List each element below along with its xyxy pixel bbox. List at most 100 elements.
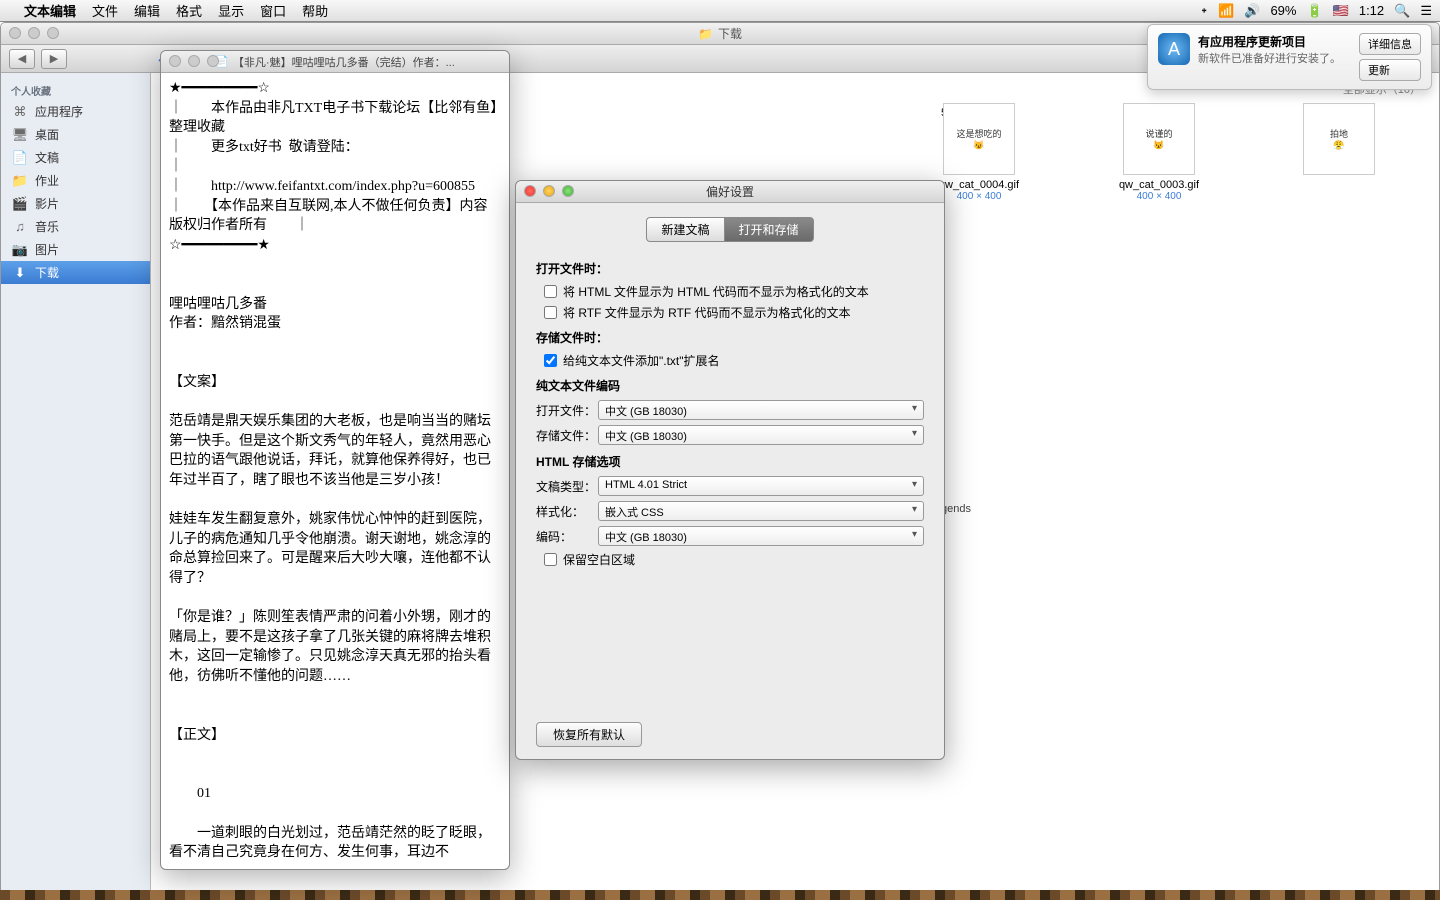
partial-text: gends	[941, 503, 971, 515]
textedit-body[interactable]: ★━━━━━━━━━☆ ｜ 本作品由非凡TXT电子书下载论坛【比邻有鱼】整理收藏…	[161, 73, 509, 869]
file-dimensions: 400 × 400	[1137, 191, 1182, 202]
styling-select[interactable]: 嵌入式 CSS	[598, 501, 924, 521]
close-button[interactable]	[9, 27, 21, 39]
file-name: qw_cat_0004.gif	[939, 179, 1019, 191]
open-encoding-label: 打开文件：	[536, 402, 598, 419]
music-icon: ♫	[11, 219, 29, 235]
file-thumbnail: 说谨的😾	[1123, 103, 1195, 175]
battery-percent[interactable]: 69%	[1270, 3, 1296, 18]
textedit-titlebar: 📄【非凡·魅】哩咕哩咕几多番（完结）作者：...	[161, 51, 509, 73]
bluetooth-icon[interactable]: ᛭	[1200, 3, 1208, 18]
sidebar-item-downloads[interactable]: ⬇ 下载	[1, 261, 150, 284]
zoom-button[interactable]	[207, 55, 219, 67]
save-files-section: 存储文件时：	[536, 329, 924, 346]
menu-view[interactable]: 显示	[218, 1, 244, 20]
desktop-icon: 🖥	[11, 127, 29, 143]
sidebar-item-label: 图片	[35, 241, 59, 258]
open-encoding-select[interactable]: 中文 (GB 18030)	[598, 400, 924, 420]
menu-format[interactable]: 格式	[176, 1, 202, 20]
html-encoding-select[interactable]: 中文 (GB 18030)	[598, 526, 924, 546]
textedit-title-text: 【非凡·魅】哩咕哩咕几多番（完结）作者：...	[233, 54, 455, 70]
pictures-icon: 📷	[11, 242, 29, 258]
prefs-tabs: 新建文稿 打开和存储	[536, 217, 924, 242]
checkbox-label: 给纯文本文件添加".txt"扩展名	[563, 352, 720, 369]
minimize-button[interactable]	[188, 55, 200, 67]
desktop-background	[0, 890, 1440, 900]
notification-center-icon[interactable]: ☰	[1420, 3, 1432, 19]
movies-icon: 🎬	[11, 196, 29, 212]
zoom-button[interactable]	[562, 185, 574, 197]
input-flag-icon[interactable]: 🇺🇸	[1333, 3, 1349, 19]
html-as-code-checkbox[interactable]	[544, 285, 557, 298]
file-item[interactable]: 拍地😤	[1279, 103, 1399, 202]
menu-window[interactable]: 窗口	[260, 1, 286, 20]
save-encoding-select[interactable]: 中文 (GB 18030)	[598, 425, 924, 445]
finder-title-text: 下载	[718, 25, 742, 42]
folder-icon: 📁	[11, 173, 29, 189]
checkbox-label: 将 RTF 文件显示为 RTF 代码而不显示为格式化的文本	[563, 304, 851, 321]
close-button[interactable]	[524, 185, 536, 197]
styling-label: 样式化：	[536, 503, 598, 520]
spotlight-icon[interactable]: 🔍	[1394, 3, 1410, 19]
file-thumbnail: 这是想吃的😼	[943, 103, 1015, 175]
sidebar-item-desktop[interactable]: 🖥桌面	[1, 123, 150, 146]
documents-icon: 📄	[11, 150, 29, 166]
sidebar-item-label: 作业	[35, 172, 59, 189]
sidebar-item-pictures[interactable]: 📷 图片	[1, 238, 150, 261]
add-txt-ext-checkbox[interactable]	[544, 354, 557, 367]
rtf-as-code-checkbox[interactable]	[544, 306, 557, 319]
checkbox-label: 将 HTML 文件显示为 HTML 代码而不显示为格式化的文本	[563, 283, 869, 300]
file-item[interactable]: 说谨的😾 qw_cat_0003.gif 400 × 400	[1099, 103, 1219, 202]
file-thumbnail: 拍地😤	[1303, 103, 1375, 175]
prefs-titlebar: 偏好设置	[516, 181, 944, 203]
back-button[interactable]: ◀	[9, 49, 35, 69]
update-notification: A 有应用程序更新项目 新软件已准备好进行安装了。 详细信息 更新	[1147, 24, 1432, 90]
zoom-button[interactable]	[47, 27, 59, 39]
volume-icon[interactable]: 🔊	[1244, 3, 1260, 19]
wifi-icon[interactable]: 📶	[1218, 3, 1234, 19]
textedit-window: 📄【非凡·魅】哩咕哩咕几多番（完结）作者：... ★━━━━━━━━━☆ ｜ 本…	[160, 50, 510, 870]
appstore-icon: A	[1158, 33, 1190, 65]
minimize-button[interactable]	[28, 27, 40, 39]
prefs-title: 偏好设置	[706, 183, 754, 200]
preferences-window: 偏好设置 新建文稿 打开和存储 打开文件时： 将 HTML 文件显示为 HTML…	[515, 180, 945, 760]
close-button[interactable]	[169, 55, 181, 67]
sidebar-item-homework[interactable]: 📁 作业	[1, 169, 150, 192]
minimize-button[interactable]	[543, 185, 555, 197]
file-name: qw_cat_0003.gif	[1119, 179, 1199, 191]
sidebar-item-movies[interactable]: 🎬 影片	[1, 192, 150, 215]
downloads-icon: ⬇	[11, 265, 29, 281]
forward-button[interactable]: ▶	[41, 49, 67, 69]
sidebar-favorites-header: 个人收藏	[1, 81, 150, 100]
menu-help[interactable]: 帮助	[302, 1, 328, 20]
preserve-whitespace-checkbox[interactable]	[544, 553, 557, 566]
sidebar-item-label: 文稿	[35, 149, 59, 166]
sidebar-item-apps[interactable]: ⌘应用程序	[1, 100, 150, 123]
doc-type-select[interactable]: HTML 4.01 Strict	[598, 476, 924, 496]
sidebar-item-label: 下载	[35, 264, 59, 281]
menu-file[interactable]: 文件	[92, 1, 118, 20]
sidebar-item-label: 影片	[35, 195, 59, 212]
file-dimensions: 400 × 400	[957, 191, 1002, 202]
finder-sidebar: 个人收藏 ⌘应用程序 🖥桌面 📄 文稿 📁 作业 🎬 影片 ♫ 音乐 📷 图片 ⬇ 下载	[1, 73, 151, 899]
app-menu[interactable]: 文本编辑	[24, 1, 76, 20]
menubar: 文本编辑 文件 编辑 格式 显示 窗口 帮助 ᛭ 📶 🔊 69% 🔋 🇺🇸 1:…	[0, 0, 1440, 22]
sidebar-item-label: 音乐	[35, 218, 59, 235]
battery-icon[interactable]: 🔋	[1306, 3, 1322, 19]
details-button[interactable]: 详细信息	[1359, 33, 1421, 55]
update-button[interactable]: 更新	[1359, 59, 1421, 81]
html-encoding-label: 编码：	[536, 528, 598, 545]
clock[interactable]: 1:12	[1359, 3, 1384, 18]
notif-subtitle: 新软件已准备好进行安装了。	[1198, 50, 1351, 66]
apps-icon: ⌘	[11, 104, 29, 120]
sidebar-item-music[interactable]: ♫ 音乐	[1, 215, 150, 238]
restore-defaults-button[interactable]: 恢复所有默认	[536, 722, 642, 747]
menu-edit[interactable]: 编辑	[134, 1, 160, 20]
folder-icon: 📁	[698, 27, 713, 41]
tab-new-document[interactable]: 新建文稿	[646, 217, 723, 242]
sidebar-item-documents[interactable]: 📄 文稿	[1, 146, 150, 169]
checkbox-label: 保留空白区域	[563, 551, 635, 568]
open-files-section: 打开文件时：	[536, 260, 924, 277]
doc-type-label: 文稿类型：	[536, 478, 598, 495]
tab-open-save[interactable]: 打开和存储	[724, 217, 814, 242]
